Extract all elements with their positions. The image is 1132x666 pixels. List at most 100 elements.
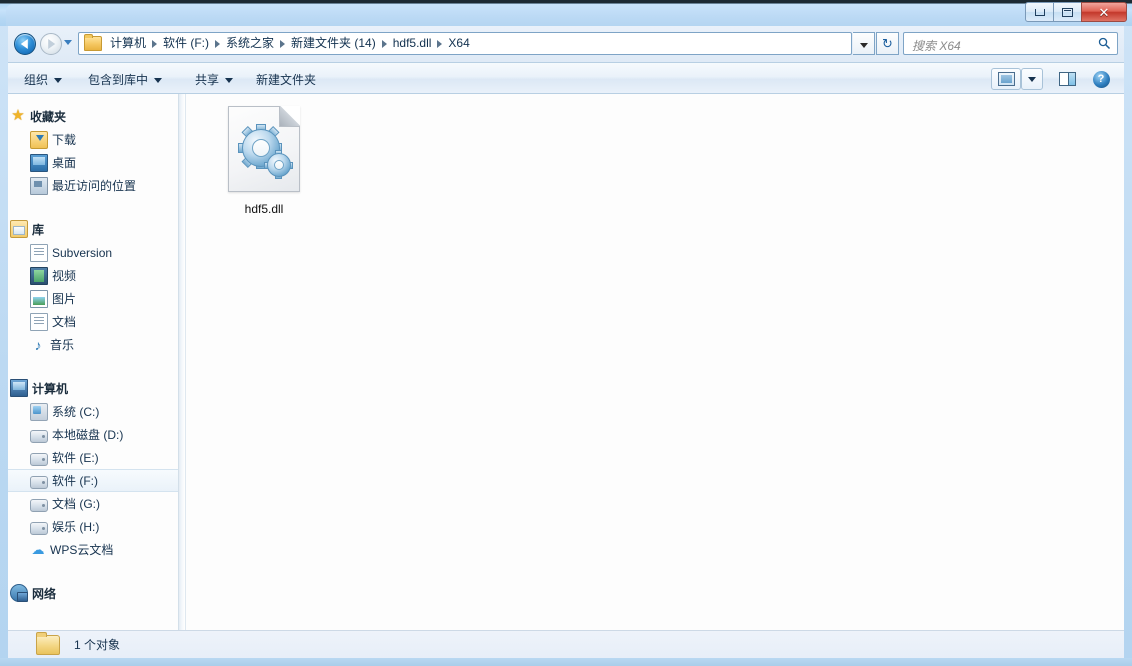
document-icon [30, 312, 48, 331]
sidebar-item-videos-label: 视频 [52, 269, 77, 283]
cloud-icon: ☁ [31, 541, 45, 557]
breadcrumb-item-4[interactable]: hdf5.dll [388, 33, 437, 54]
sidebar-item-pictures[interactable]: 图片 [8, 287, 178, 310]
window-bottom-edge [0, 658, 1132, 666]
organize-button[interactable]: 组织 [24, 71, 63, 89]
file-name-label: hdf5.dll [244, 202, 284, 216]
status-bar: 1 个对象 [8, 630, 1124, 658]
chevron-right-icon[interactable] [381, 39, 387, 48]
sidebar-item-documents[interactable]: 文档 [8, 310, 178, 333]
window-frame: 计算机 软件 (F:) 系统之家 新建文件夹 (14) hdf5.dll X64… [8, 26, 1124, 658]
help-button[interactable]: ? [1088, 68, 1114, 90]
breadcrumb-item-3[interactable]: 新建文件夹 (14) [286, 33, 381, 54]
dll-gears-icon [228, 106, 300, 192]
minimize-button[interactable] [1025, 2, 1054, 22]
preview-pane-button[interactable] [1054, 68, 1080, 90]
chevron-right-icon[interactable] [152, 39, 158, 48]
search-box[interactable]: 搜索 X64 [903, 32, 1118, 55]
close-button[interactable]: ✕ [1081, 2, 1127, 22]
refresh-button[interactable]: ↻ [876, 32, 899, 55]
sidebar-item-drive-h[interactable]: 娱乐 (H:) [8, 515, 178, 538]
share-button[interactable]: 共享 [195, 71, 234, 89]
page-fold-icon [279, 106, 300, 127]
sidebar-group-computer[interactable]: 计算机 [8, 376, 178, 400]
search-icon[interactable] [1098, 37, 1111, 50]
address-history-dropdown[interactable] [853, 32, 875, 55]
sidebar-item-subversion[interactable]: Subversion [8, 241, 178, 264]
address-row: 计算机 软件 (F:) 系统之家 新建文件夹 (14) hdf5.dll X64… [8, 26, 1124, 62]
nav-spacer-3 [8, 561, 178, 581]
close-icon: ✕ [1098, 4, 1110, 20]
sidebar-item-drive-f-label: 软件 (F:) [52, 474, 98, 488]
document-icon [30, 243, 48, 262]
sidebar-item-drive-e-label: 软件 (E:) [52, 451, 99, 465]
breadcrumb-item-5[interactable]: X64 [443, 33, 474, 54]
sidebar-item-drive-e[interactable]: 软件 (E:) [8, 446, 178, 469]
explorer-window: ✕ 计算机 软件 (F:) 系统之家 新建文件夹 (14) hdf5.dll X… [0, 0, 1132, 666]
music-icon: ♪ [34, 336, 42, 353]
sidebar-item-music-label: 音乐 [50, 338, 75, 352]
help-icon: ? [1092, 70, 1110, 88]
include-in-library-button[interactable]: 包含到库中 [88, 71, 163, 89]
sidebar-item-wps-cloud[interactable]: ☁ WPS云文档 [8, 538, 178, 561]
network-icon [10, 584, 28, 602]
view-options-dropdown[interactable] [1021, 68, 1043, 90]
chevron-down-icon [1028, 76, 1036, 82]
address-bar[interactable]: 计算机 软件 (F:) 系统之家 新建文件夹 (14) hdf5.dll X64 [78, 32, 852, 55]
breadcrumb-item-2[interactable]: 系统之家 [221, 33, 279, 54]
change-view-button[interactable] [991, 68, 1021, 90]
maximize-button[interactable] [1053, 2, 1082, 22]
nav-spacer-1 [8, 197, 178, 217]
sidebar-item-music[interactable]: ♪ 音乐 [8, 333, 178, 356]
sidebar-item-pictures-label: 图片 [52, 292, 77, 306]
sidebar-group-libraries-label: 库 [32, 222, 45, 237]
pane-splitter[interactable] [178, 94, 186, 630]
sidebar-item-desktop-label: 桌面 [52, 156, 77, 170]
forward-button[interactable] [40, 33, 62, 55]
file-list-view[interactable]: hdf5.dll [186, 94, 1124, 630]
nav-spacer-2 [8, 356, 178, 376]
view-icon [997, 72, 1015, 86]
drive-icon [30, 452, 48, 466]
back-button[interactable] [14, 33, 36, 55]
sidebar-group-libraries[interactable]: 库 [8, 217, 178, 241]
sidebar-item-drive-c[interactable]: 系统 (C:) [8, 400, 178, 423]
arrow-right-icon [48, 39, 56, 49]
organize-label: 组织 [24, 73, 49, 87]
window-controls: ✕ [1025, 2, 1127, 23]
file-item[interactable]: hdf5.dll [216, 106, 312, 217]
sidebar-group-network[interactable]: 网络 [8, 581, 178, 605]
search-placeholder: 搜索 X64 [912, 39, 961, 53]
breadcrumb-item-0[interactable]: 计算机 [105, 33, 151, 54]
maximize-icon [1062, 7, 1073, 17]
sidebar-item-drive-d[interactable]: 本地磁盘 (D:) [8, 423, 178, 446]
sidebar-item-downloads[interactable]: 下载 [8, 128, 178, 151]
new-folder-button[interactable]: 新建文件夹 [256, 71, 316, 89]
drive-icon [30, 475, 48, 489]
navigation-pane[interactable]: ★ 收藏夹 下载 桌面 最近访问的位置 库 Subversion 视频 图片 文… [8, 94, 178, 630]
folder-icon [36, 631, 60, 655]
sidebar-group-favorites[interactable]: ★ 收藏夹 [8, 104, 178, 128]
refresh-icon: ↻ [882, 36, 893, 51]
picture-icon [30, 289, 48, 308]
sidebar-item-recent-places[interactable]: 最近访问的位置 [8, 174, 178, 197]
desktop-icon [30, 153, 48, 172]
computer-icon [10, 379, 28, 397]
library-icon [10, 220, 28, 238]
chevron-right-icon[interactable] [280, 39, 286, 48]
sidebar-item-drive-f[interactable]: 软件 (F:) [8, 469, 178, 492]
sidebar-item-drive-g[interactable]: 文档 (G:) [8, 492, 178, 515]
minimize-icon [1034, 8, 1045, 16]
chevron-right-icon[interactable] [215, 39, 221, 48]
sidebar-item-videos[interactable]: 视频 [8, 264, 178, 287]
chevron-right-icon[interactable] [437, 39, 443, 48]
recent-pages-dropdown-icon[interactable] [64, 40, 72, 45]
sidebar-item-desktop[interactable]: 桌面 [8, 151, 178, 174]
nav-top-spacer [8, 94, 178, 104]
sidebar-item-downloads-label: 下载 [52, 133, 77, 147]
folder-icon [84, 34, 102, 51]
arrow-left-icon [20, 39, 28, 49]
sidebar-item-drive-g-label: 文档 (G:) [52, 497, 100, 511]
video-icon [30, 266, 48, 285]
breadcrumb-item-1[interactable]: 软件 (F:) [158, 33, 214, 54]
